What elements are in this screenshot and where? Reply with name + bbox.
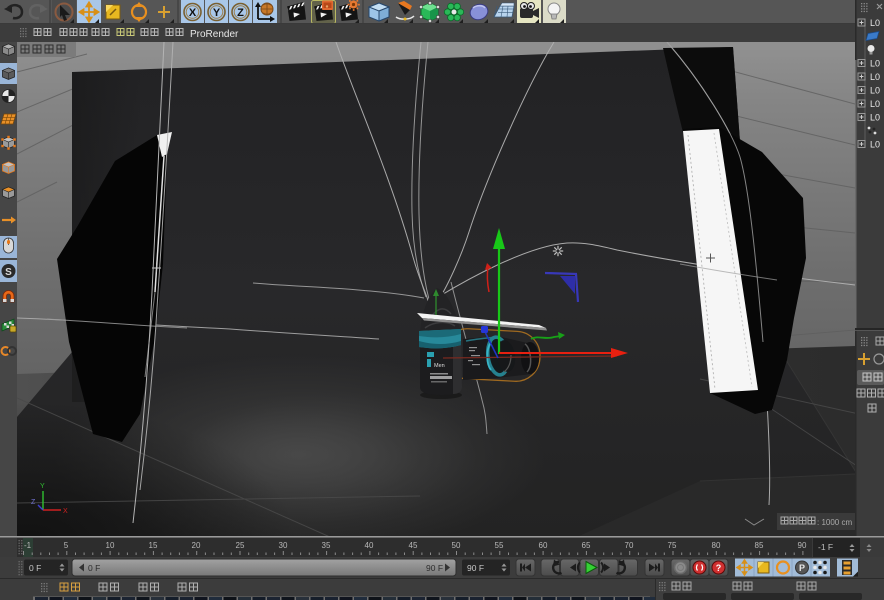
- svg-text:X: X: [189, 7, 197, 19]
- svg-text:30: 30: [279, 541, 288, 550]
- svg-text:L0: L0: [870, 59, 880, 69]
- svg-text:65: 65: [582, 541, 591, 550]
- svg-text:Y: Y: [213, 7, 221, 19]
- svg-text:5: 5: [64, 541, 69, 550]
- svg-text:10: 10: [106, 541, 115, 550]
- svg-text:L0: L0: [870, 72, 880, 82]
- svg-text:20: 20: [192, 541, 201, 550]
- svg-text:0 F: 0 F: [88, 563, 100, 573]
- svg-text:Men: Men: [434, 363, 445, 369]
- svg-text:-1 F: -1 F: [818, 542, 833, 552]
- svg-text:85: 85: [755, 541, 764, 550]
- svg-text:35: 35: [322, 541, 331, 550]
- svg-text:25: 25: [236, 541, 245, 550]
- svg-text:70: 70: [625, 541, 634, 550]
- svg-text:L0: L0: [870, 18, 880, 28]
- svg-text:40: 40: [365, 541, 374, 550]
- svg-text:X: X: [63, 508, 68, 515]
- svg-text:P: P: [799, 563, 805, 573]
- svg-text:90 F: 90 F: [426, 563, 443, 573]
- svg-text:S: S: [5, 267, 12, 278]
- svg-text:L0: L0: [870, 140, 880, 150]
- svg-text:Z: Z: [31, 499, 36, 506]
- svg-text:L0: L0: [870, 86, 880, 96]
- svg-text:-1: -1: [24, 541, 32, 550]
- svg-text:L0: L0: [870, 99, 880, 109]
- svg-text:0 F: 0 F: [29, 563, 41, 573]
- svg-text:Z: Z: [237, 7, 244, 19]
- svg-text:55: 55: [495, 541, 504, 550]
- svg-text:60: 60: [539, 541, 548, 550]
- svg-text:80: 80: [712, 541, 721, 550]
- svg-text:75: 75: [668, 541, 677, 550]
- svg-text:ProRender: ProRender: [190, 29, 239, 40]
- svg-text:90 F: 90 F: [467, 563, 484, 573]
- svg-text:?: ?: [716, 563, 722, 573]
- svg-text:L0: L0: [870, 113, 880, 123]
- svg-text:15: 15: [149, 541, 158, 550]
- svg-text:: 1000 cm: : 1000 cm: [817, 518, 852, 527]
- svg-text:90: 90: [798, 541, 807, 550]
- svg-text:45: 45: [409, 541, 418, 550]
- svg-text:50: 50: [452, 541, 461, 550]
- svg-text:Y: Y: [40, 483, 45, 490]
